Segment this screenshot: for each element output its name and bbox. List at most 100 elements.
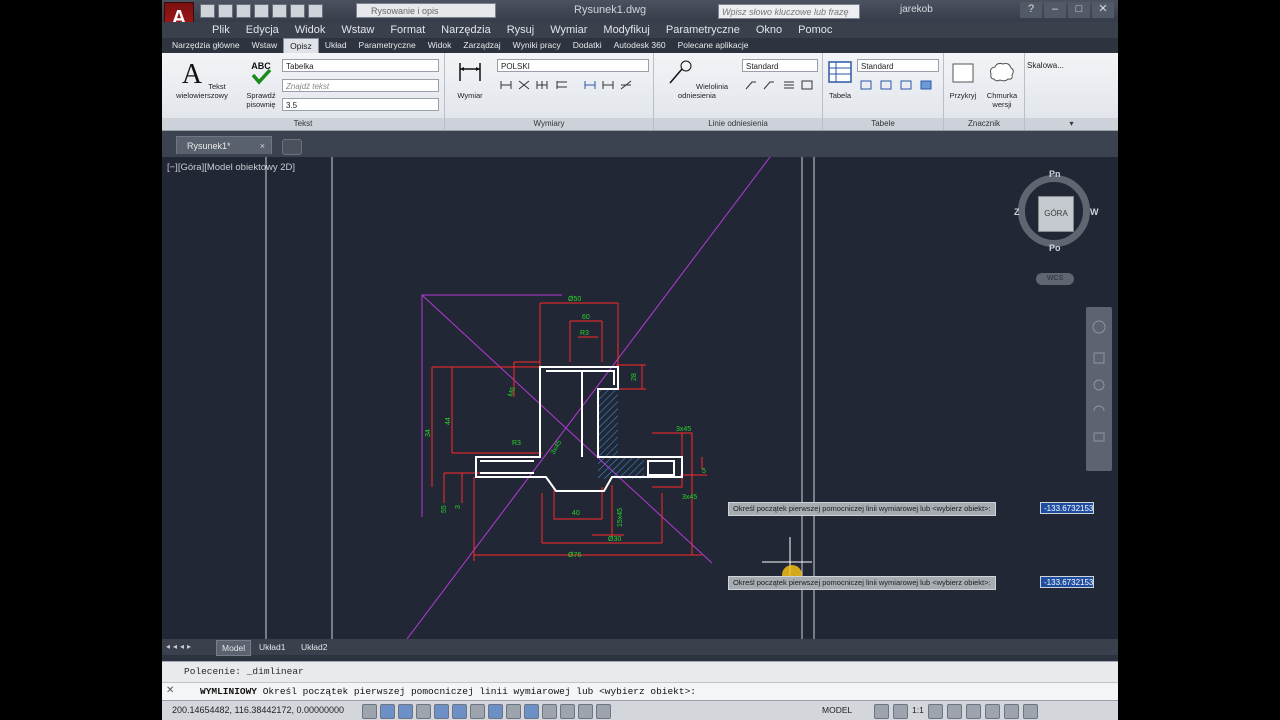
dim-break-icon[interactable] — [499, 79, 513, 91]
selection-cycling-icon[interactable] — [596, 704, 611, 719]
align-leader-icon[interactable] — [782, 79, 796, 91]
search-input[interactable]: Wpisz słowo kluczowe lub frazę — [718, 4, 860, 19]
menu-item-widok[interactable]: Widok — [287, 22, 334, 38]
scale-panel-title[interactable]: Skalowa... — [1027, 61, 1064, 70]
menu-item-edycja[interactable]: Edycja — [238, 22, 287, 38]
tab-autodesk-360[interactable]: Autodesk 360 — [608, 38, 672, 53]
menu-item-wymiar[interactable]: Wymiar — [542, 22, 595, 38]
text-height-select[interactable]: 3.5 — [282, 98, 439, 111]
command-line[interactable]: ✕ WYMLINIOWY Określ początek pierwszej p… — [162, 682, 1118, 700]
snap-mode-icon[interactable] — [380, 704, 395, 719]
dim-style-select[interactable]: POLSKI — [497, 59, 649, 72]
lineweight-icon[interactable] — [542, 704, 557, 719]
new-tab-button[interactable] — [282, 139, 302, 155]
mtext-button[interactable]: A Tekst wielowierszowy — [170, 59, 234, 100]
ortho-mode-icon[interactable] — [416, 704, 431, 719]
redo-icon[interactable] — [308, 4, 323, 18]
add-leader-icon[interactable] — [744, 79, 758, 91]
menu-item-pomoc[interactable]: Pomoc — [790, 22, 840, 38]
dynamic-input-x[interactable]: -133.6732153 — [1040, 576, 1094, 588]
dim-oblique-icon[interactable] — [619, 79, 633, 91]
close-command-icon[interactable]: ✕ — [166, 685, 174, 696]
save-as-icon[interactable] — [254, 4, 269, 18]
user-account[interactable]: jarekob — [900, 4, 933, 15]
upload-data-icon[interactable] — [919, 79, 933, 91]
grid-display-icon[interactable] — [398, 704, 413, 719]
leader-style-select[interactable]: Standard — [742, 59, 818, 72]
file-tab-rysunek1[interactable]: Rysunek1* × — [176, 136, 272, 154]
menu-item-format[interactable]: Format — [382, 22, 433, 38]
leader-panel-title[interactable]: Linie odniesienia — [654, 118, 822, 130]
lock-icon[interactable] — [965, 704, 981, 719]
annotation-visibility-icon[interactable] — [927, 704, 943, 719]
viewcube-top-face[interactable]: GÓRA — [1038, 196, 1074, 232]
isolate-objects-icon[interactable] — [1003, 704, 1019, 719]
layout-tab-uklad2[interactable]: Układ2 — [296, 640, 332, 654]
workspace-dropdown[interactable]: Rysowanie i opis — [356, 3, 496, 18]
layout-tab-model[interactable]: Model — [216, 640, 252, 656]
find-text-input[interactable]: Znajdź tekst — [282, 79, 439, 92]
text-style-select[interactable]: Tabelka — [282, 59, 439, 72]
dynamic-input-x[interactable]: -133.6732153 — [1040, 502, 1094, 514]
spell-check-button[interactable]: ABC Sprawdź pisownię — [240, 59, 282, 109]
cursor-coordinates[interactable]: 200.14654482, 116.38442172, 0.00000000 — [172, 705, 344, 715]
dim-continue-icon[interactable] — [535, 79, 549, 91]
minimize-button[interactable]: – — [1044, 2, 1066, 18]
dynamic-ucs-icon[interactable] — [506, 704, 521, 719]
annotation-scale[interactable]: 1:1 — [912, 704, 924, 719]
tab-widok[interactable]: Widok — [422, 38, 458, 53]
dim-adjust-icon[interactable] — [517, 79, 531, 91]
tab-uklad[interactable]: Układ — [319, 38, 353, 53]
maximize-button[interactable]: □ — [1068, 2, 1090, 18]
compass-south[interactable]: Po — [1049, 243, 1061, 253]
save-icon[interactable] — [236, 4, 251, 18]
ucs-menu[interactable]: WCS — [1036, 273, 1074, 285]
tab-wstaw[interactable]: Wstaw — [246, 38, 284, 53]
workspace-switch-icon[interactable] — [946, 704, 962, 719]
dim-baseline-icon[interactable] — [555, 79, 569, 91]
layout-nav-arrows[interactable]: ◂◂◂▸ — [166, 642, 194, 651]
dim-panel-title[interactable]: Wymiary — [445, 118, 653, 130]
compass-west[interactable]: Z — [1014, 207, 1020, 217]
help-button[interactable]: ? — [1020, 2, 1042, 18]
polar-tracking-icon[interactable] — [434, 704, 449, 719]
dim-space-icon[interactable] — [583, 79, 597, 91]
wipeout-button[interactable]: Przykryj — [946, 59, 980, 100]
scale-panel-footer[interactable]: ▾ — [1025, 118, 1118, 130]
menu-item-okno[interactable]: Okno — [748, 22, 790, 38]
3d-object-snap-icon[interactable] — [470, 704, 485, 719]
close-button[interactable]: ✕ — [1092, 2, 1114, 18]
collect-leader-icon[interactable] — [800, 79, 814, 91]
dimension-button[interactable]: Wymiar — [449, 59, 491, 100]
quick-view-layouts-icon[interactable] — [874, 704, 889, 719]
tab-opisz[interactable]: Opisz — [283, 38, 319, 53]
compass-east[interactable]: W — [1090, 207, 1099, 217]
layout-tab-uklad1[interactable]: Układ1 — [254, 640, 290, 654]
menu-item-plik[interactable]: Plik — [204, 22, 238, 38]
close-tab-icon[interactable]: × — [260, 137, 265, 155]
tab-wyniki-pracy[interactable]: Wyniki pracy — [507, 38, 567, 53]
revision-cloud-button[interactable]: Chmurka wersji — [982, 59, 1022, 109]
print-icon[interactable] — [272, 4, 287, 18]
table-panel-title[interactable]: Tabele — [823, 118, 943, 130]
tab-zarzadzaj[interactable]: Zarządzaj — [457, 38, 506, 53]
multileader-button[interactable]: Wielolinia odniesienia — [656, 59, 738, 100]
menu-item-narzedzia[interactable]: Narzędzia — [433, 22, 499, 38]
undo-icon[interactable] — [290, 4, 305, 18]
hardware-acceleration-icon[interactable] — [984, 704, 1000, 719]
quick-view-drawings-icon[interactable] — [893, 704, 908, 719]
extract-data-icon[interactable] — [859, 79, 873, 91]
table-button[interactable]: Tabela — [825, 59, 855, 100]
text-panel-title[interactable]: Tekst — [162, 118, 444, 130]
navigation-bar[interactable] — [1086, 307, 1112, 471]
new-icon[interactable] — [200, 4, 215, 18]
markup-panel-title[interactable]: Znacznik — [944, 118, 1024, 130]
menu-item-modyfikuj[interactable]: Modyfikuj — [595, 22, 657, 38]
link-data-icon[interactable] — [879, 79, 893, 91]
object-snap-tracking-icon[interactable] — [488, 704, 503, 719]
menu-item-rysuj[interactable]: Rysuj — [499, 22, 543, 38]
tab-narzedzia-glowne[interactable]: Narzędzia główne — [166, 38, 246, 53]
dynamic-input-icon[interactable] — [524, 704, 539, 719]
tab-dodatki[interactable]: Dodatki — [567, 38, 608, 53]
model-space-toggle[interactable]: MODEL — [822, 705, 852, 715]
